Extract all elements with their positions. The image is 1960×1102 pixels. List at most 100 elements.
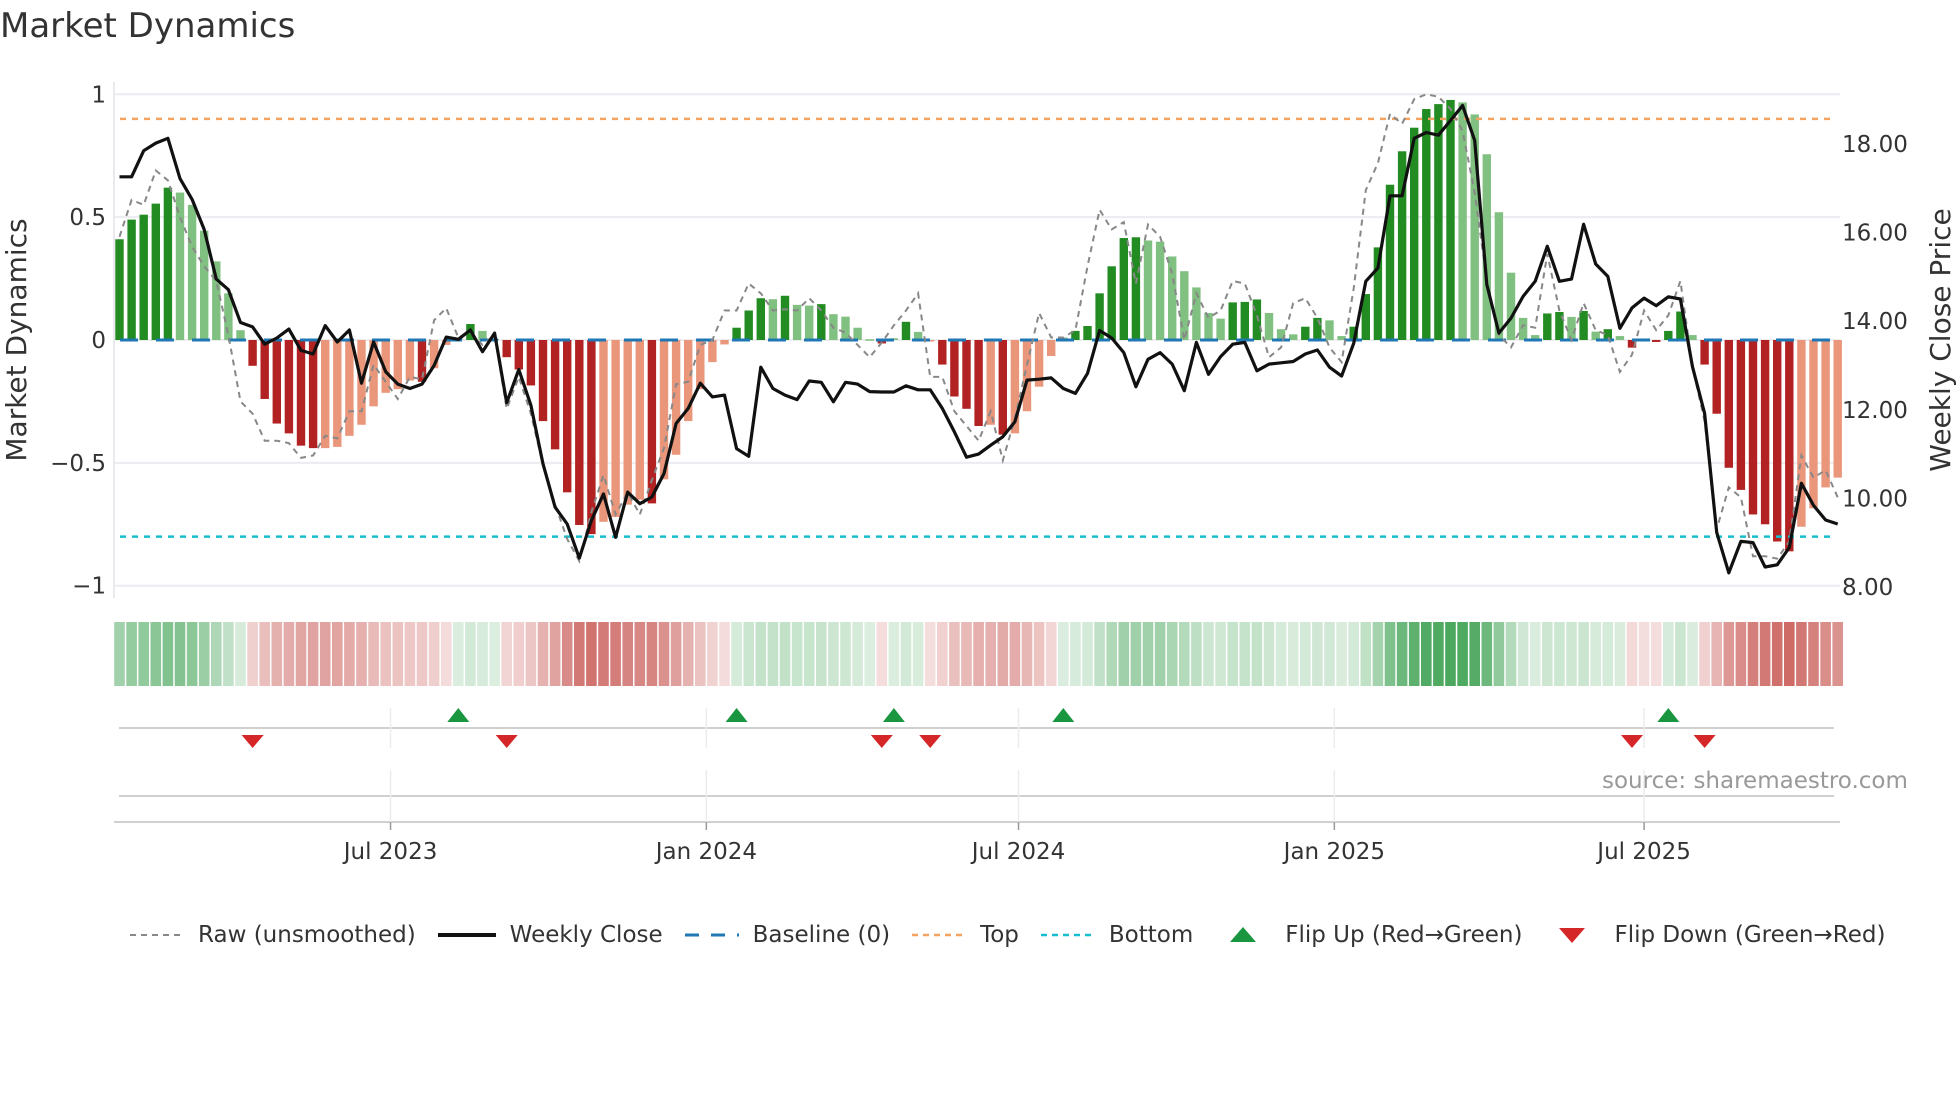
smoothed-bar (187, 204, 197, 340)
legend-bottom[interactable]: Bottom (1039, 922, 1193, 948)
heat-strip-cell (1590, 622, 1601, 686)
heat-strip-cell (840, 622, 851, 686)
smoothed-bar (1216, 318, 1225, 340)
legend-top[interactable]: Top (910, 922, 1019, 948)
heat-strip-cell (1372, 622, 1384, 686)
heat-strip-cell (1191, 622, 1202, 686)
heat-strip-cell (791, 622, 803, 686)
smoothed-bar (550, 340, 560, 450)
smoothed-bar (1833, 340, 1842, 478)
x-tick-label: Jul 2025 (1595, 839, 1691, 865)
heat-strip-cell (876, 622, 888, 686)
smoothed-bar (901, 321, 911, 340)
smoothed-bar (248, 340, 257, 366)
heat-strip-cell (1808, 622, 1819, 686)
heat-strip-cell (477, 622, 488, 686)
smoothed-bar (708, 340, 717, 363)
flip-down-marker (241, 735, 264, 748)
legend-baseline[interactable]: Baseline (0) (683, 922, 890, 948)
heat-strip-cell (1578, 622, 1589, 686)
legend-flip-down[interactable]: Flip Down (Green→Red) (1542, 922, 1885, 948)
y2-tick-label: 14.00 (1842, 309, 1908, 335)
heat-strip-cell (1142, 622, 1154, 686)
smoothed-bar (635, 340, 644, 500)
heat-strip-cell (1118, 622, 1130, 686)
heat-strip-cell (1529, 622, 1541, 686)
smoothed-bar (1518, 317, 1528, 340)
flip-up-marker (1052, 708, 1075, 722)
smoothed-bar (1579, 311, 1588, 340)
heat-strip-cell (1300, 622, 1311, 686)
legend-raw[interactable]: Raw (unsmoothed) (128, 922, 416, 948)
smoothed-bar (1736, 340, 1746, 490)
heat-strip-cell (1663, 622, 1674, 686)
x-tick-label: Jul 2024 (970, 839, 1066, 865)
dashed-line-icon (130, 934, 184, 936)
y2-tick-label: 8.00 (1842, 575, 1893, 601)
heat-strip-cell (1130, 622, 1142, 686)
heat-strip-cell (1723, 622, 1735, 686)
heat-strip-cell (997, 622, 1009, 686)
heat-strip-cell (828, 622, 839, 686)
heat-strip-cell (1396, 622, 1408, 686)
heat-strip-cell (501, 622, 512, 686)
smoothed-bar (1615, 336, 1625, 340)
heat-strip-cell (380, 622, 391, 686)
heat-strip-cell (150, 622, 162, 686)
heat-strip-cell (428, 622, 440, 686)
flip-down-marker (1693, 735, 1716, 748)
heat-strip-cell (126, 622, 137, 686)
legend-baseline-label: Baseline (0) (752, 922, 891, 948)
top-dash-icon (912, 933, 967, 937)
smoothed-bar (1712, 340, 1721, 414)
smoothed-bar (1603, 329, 1612, 340)
heat-strip-cell (743, 622, 754, 686)
x-tick-label: Jul 2023 (342, 839, 438, 865)
smoothed-bar (1543, 313, 1552, 340)
heat-strip (114, 622, 1843, 686)
right-y-ticks: 18.00 16.00 14.00 12.00 10.00 8.00 (1842, 132, 1908, 601)
heat-strip-cell (1711, 622, 1722, 686)
flip-up-marker (725, 708, 748, 722)
heat-strip-cell (779, 622, 791, 686)
heat-strip-cell (1505, 622, 1517, 686)
heat-strip-cell (356, 622, 367, 686)
smoothed-bar (1083, 325, 1092, 340)
smoothed-bar (1773, 340, 1782, 542)
y-tick-label: 0.5 (69, 205, 106, 231)
heat-strip-cell (719, 622, 730, 686)
heat-strip-cell (937, 622, 948, 686)
flip-up-marker (882, 708, 905, 722)
source-label: source: sharemaestro.com (1602, 768, 1908, 794)
legend-close[interactable]: Weekly Close (436, 922, 663, 948)
smoothed-bar (1313, 317, 1322, 340)
smoothed-bar (1748, 340, 1758, 515)
heat-strip-cell (888, 622, 900, 686)
bottom-dash-icon (1040, 933, 1095, 937)
left-y-axis-label: Market Dynamics (0, 218, 33, 461)
heat-strip-cell (513, 622, 525, 686)
heat-strip-cell (283, 622, 295, 686)
heat-strip-cell (1251, 622, 1263, 686)
legend-flip-up-label: Flip Up (Red→Green) (1285, 922, 1523, 948)
heat-strip-cell (1566, 622, 1577, 686)
heat-strip-cell (489, 622, 500, 686)
heat-strip-cell (1070, 622, 1081, 686)
heat-strip-cell (949, 622, 960, 686)
heat-strip-cell (1626, 622, 1638, 686)
flip-down-marker (870, 735, 893, 748)
smoothed-bar (502, 340, 511, 358)
smoothed-bar (587, 340, 596, 535)
heat-strip-cell (1747, 622, 1759, 686)
smoothed-bar (284, 340, 294, 434)
smoothed-bar (1228, 302, 1237, 340)
heat-strip-cell (1324, 622, 1335, 686)
flip-down-marker (1621, 735, 1643, 748)
heat-strip-cell (319, 622, 331, 686)
heat-strip-cell (912, 622, 924, 686)
smoothed-bar (538, 340, 548, 422)
x-tick-label: Jan 2024 (654, 839, 757, 865)
legend-flip-up[interactable]: Flip Up (Red→Green) (1213, 922, 1522, 948)
heat-strip-cell (852, 622, 863, 686)
smoothed-bar (296, 340, 306, 446)
